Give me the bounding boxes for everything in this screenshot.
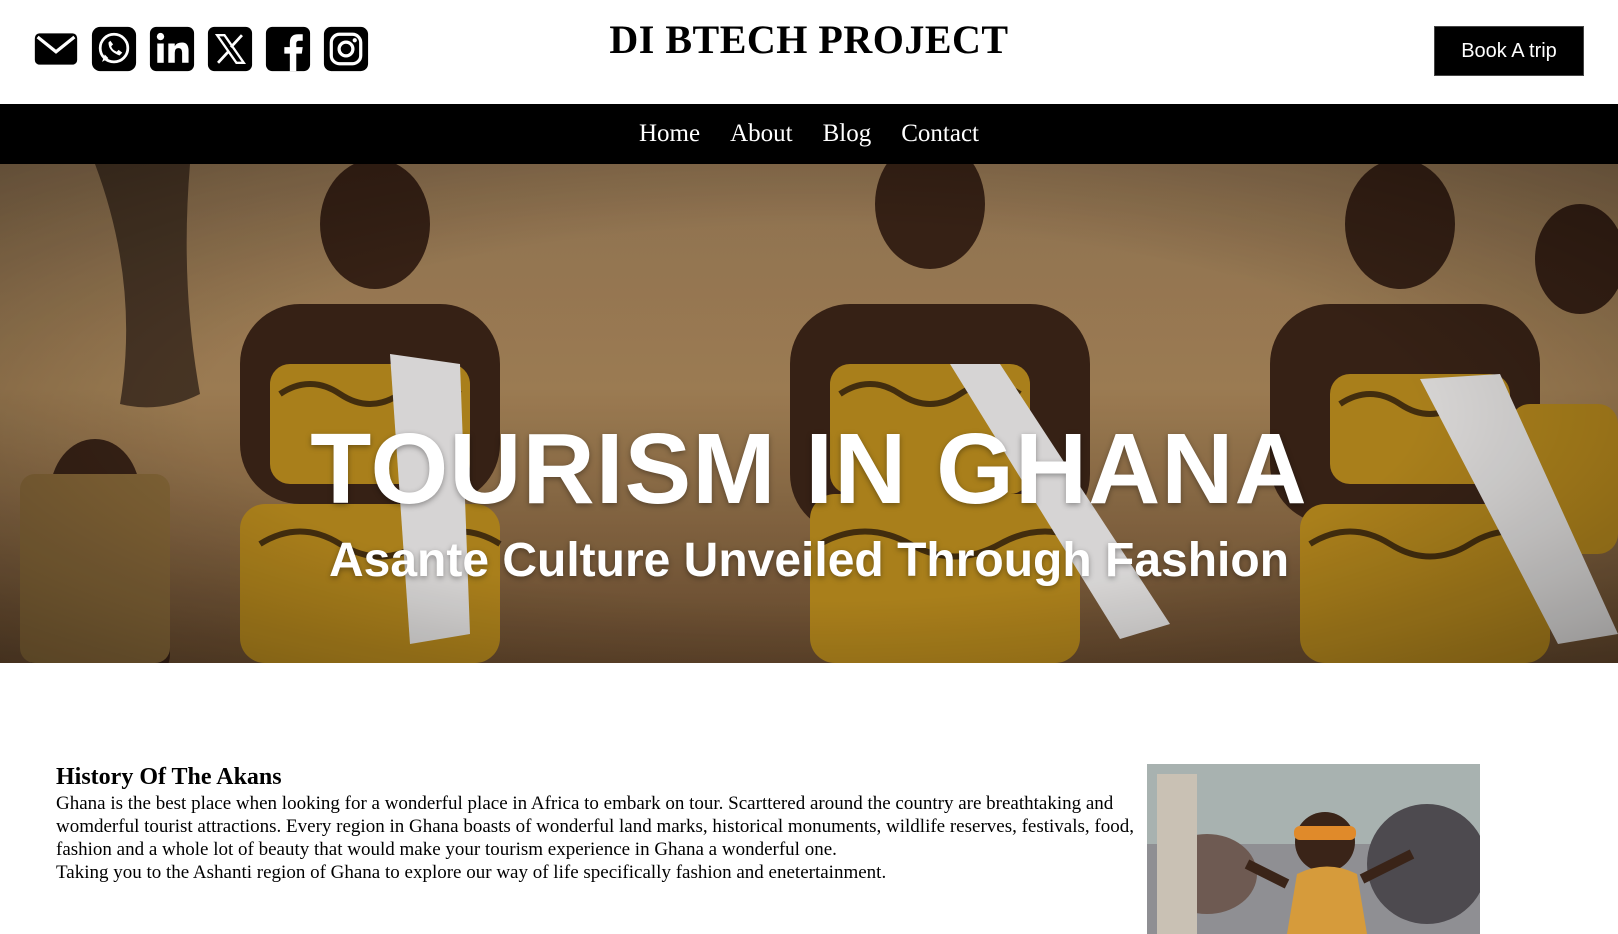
section-paragraph-2: Taking you to the Ashanti region of Ghan… [56, 862, 887, 883]
dancing-child-photo [1147, 764, 1480, 934]
hero-text: TOURISM IN GHANA Asante Culture Unveiled… [0, 419, 1618, 588]
section-heading: History Of The Akans [56, 764, 282, 790]
hero-banner: TOURISM IN GHANA Asante Culture Unveiled… [0, 164, 1618, 663]
history-section: History Of The Akans Ghana is the best p… [56, 762, 1136, 884]
nav-item-contact[interactable]: Contact [901, 120, 979, 148]
book-trip-button[interactable]: Book A trip [1434, 26, 1584, 76]
hero-title: TOURISM IN GHANA [310, 413, 1308, 525]
site-title: DI BTECH PROJECT [609, 17, 1009, 62]
main-nav: Home About Blog Contact [0, 104, 1618, 164]
hero-subtitle: Asante Culture Unveiled Through Fashion [328, 534, 1290, 587]
site-header: DI BTECH PROJECT Book A trip [0, 0, 1618, 104]
nav-item-blog[interactable]: Blog [823, 120, 872, 148]
nav-item-home[interactable]: Home [639, 120, 700, 148]
nav-item-about[interactable]: About [730, 120, 793, 148]
section-paragraph-1: Ghana is the best place when looking for… [56, 793, 1134, 860]
